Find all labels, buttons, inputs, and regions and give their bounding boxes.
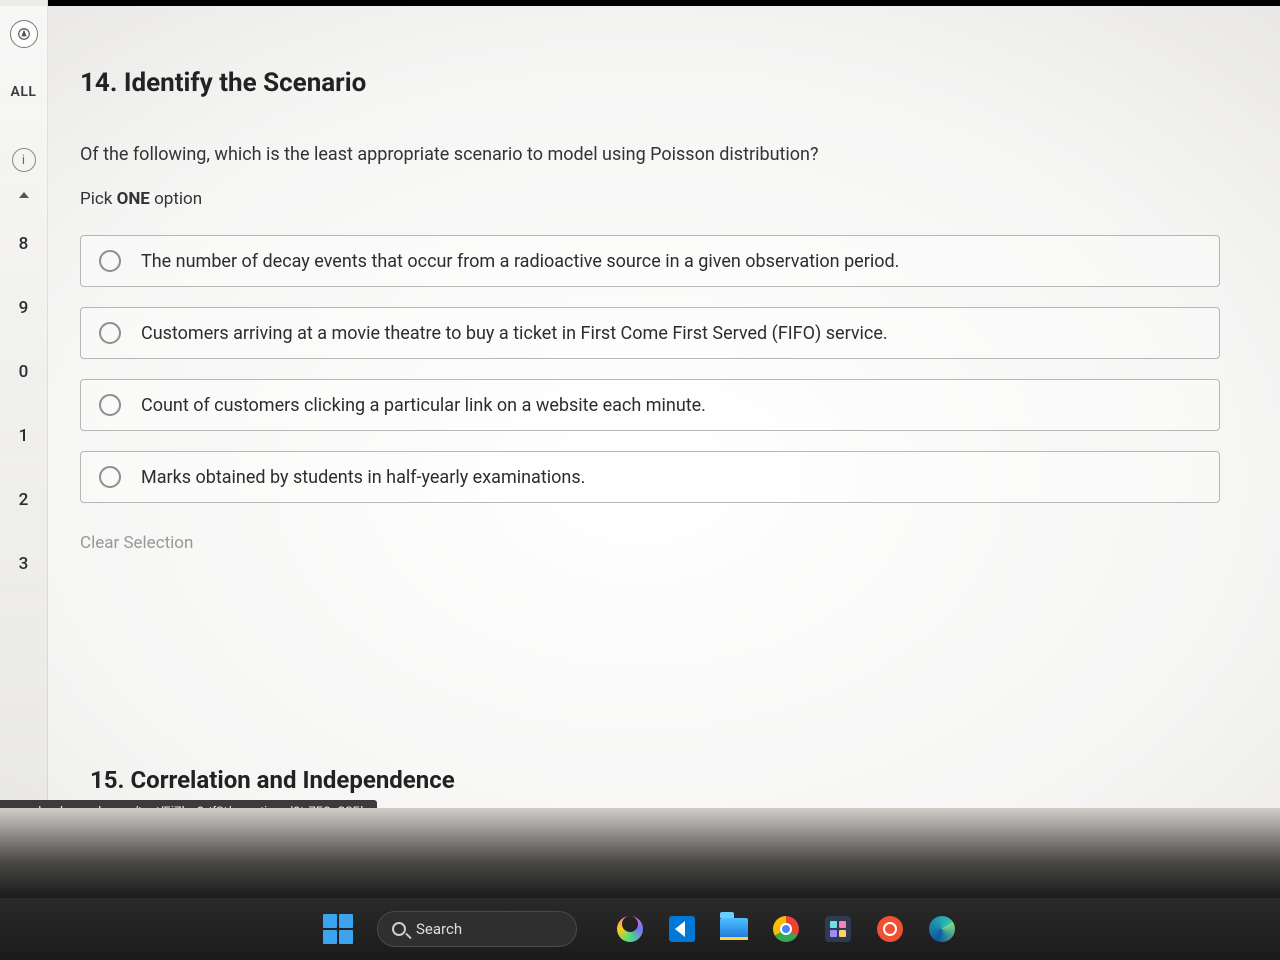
search-icon	[392, 922, 406, 936]
question-nav-item[interactable]: 2	[0, 490, 47, 510]
question-nav-sidebar: ALL i 8 9 0 1 2 3	[0, 0, 48, 840]
search-label: Search	[416, 920, 462, 938]
question-title: 14. Identify the Scenario	[80, 68, 1220, 98]
question-nav-item[interactable]: 8	[0, 234, 47, 254]
instruction-suffix: option	[150, 189, 202, 209]
answer-option[interactable]: Customers arriving at a movie theatre to…	[80, 307, 1220, 359]
answer-option[interactable]: The number of decay events that occur fr…	[80, 235, 1220, 287]
radio-icon[interactable]	[99, 250, 121, 272]
option-text: The number of decay events that occur fr…	[141, 251, 899, 272]
all-filter-label[interactable]: ALL	[11, 84, 37, 100]
option-text: Count of customers clicking a particular…	[141, 395, 706, 416]
taskbar-pinned-apps	[615, 914, 957, 944]
question-nav-item[interactable]: 9	[0, 298, 47, 318]
radio-icon[interactable]	[99, 466, 121, 488]
pick-instruction: Pick ONE option	[80, 189, 1220, 209]
question-prompt: Of the following, which is the least app…	[80, 144, 1220, 165]
question-nav-item[interactable]: 0	[0, 362, 47, 382]
git-icon[interactable]	[875, 914, 905, 944]
vscode-icon[interactable]	[667, 914, 697, 944]
question-nav-item[interactable]: 3	[0, 554, 47, 574]
chrome-icon[interactable]	[771, 914, 801, 944]
file-explorer-icon[interactable]	[719, 914, 749, 944]
instruction-emphasis: ONE	[117, 189, 150, 209]
radio-icon[interactable]	[99, 322, 121, 344]
edge-icon[interactable]	[927, 914, 957, 944]
clear-selection-button[interactable]: Clear Selection	[80, 533, 193, 553]
option-text: Marks obtained by students in half-yearl…	[141, 467, 585, 488]
radio-icon[interactable]	[99, 394, 121, 416]
answer-option[interactable]: Marks obtained by students in half-yearl…	[80, 451, 1220, 503]
answer-option[interactable]: Count of customers clicking a particular…	[80, 379, 1220, 431]
question-nav-item[interactable]: 1	[0, 426, 47, 446]
copilot-icon[interactable]	[615, 914, 645, 944]
photo-shadow-gradient	[0, 808, 1280, 898]
microsoft-store-icon[interactable]	[823, 914, 853, 944]
photo-top-border	[0, 0, 1280, 6]
start-button[interactable]	[323, 914, 353, 944]
question-content: 14. Identify the Scenario Of the followi…	[80, 68, 1220, 553]
compass-icon[interactable]	[10, 20, 38, 48]
instruction-prefix: Pick	[80, 189, 117, 209]
scroll-up-arrow[interactable]	[19, 192, 29, 198]
windows-taskbar: Search	[0, 898, 1280, 960]
taskbar-search[interactable]: Search	[377, 911, 577, 947]
info-icon[interactable]: i	[12, 148, 36, 172]
option-text: Customers arriving at a movie theatre to…	[141, 323, 888, 344]
next-question-title: 15. Correlation and Independence	[90, 766, 455, 794]
